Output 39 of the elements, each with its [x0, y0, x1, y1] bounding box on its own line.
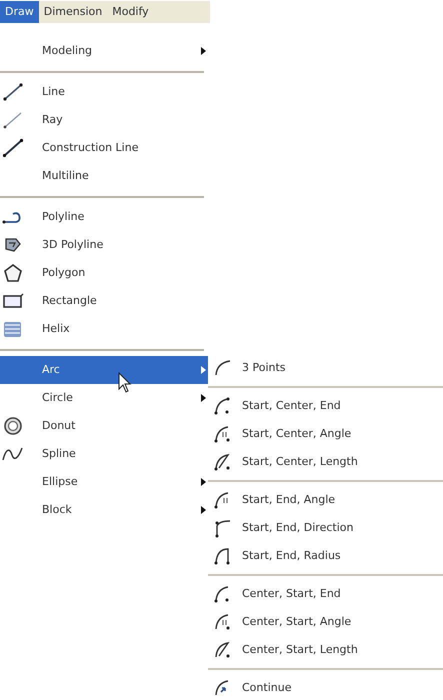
menu-item[interactable]: Modeling	[0, 37, 210, 65]
menu-item[interactable]: Rectangle	[0, 287, 210, 315]
submenu-item[interactable]: Center, Start, Angle	[208, 608, 443, 636]
submenu-item[interactable]: Center, Start, End	[208, 580, 443, 608]
menu-item[interactable]: Spline	[0, 440, 210, 468]
submenu-item[interactable]: Start, Center, Length	[208, 448, 443, 476]
menu-item[interactable]: Line	[0, 78, 210, 106]
menu-item[interactable]: Arc	[0, 356, 210, 384]
submenu-item[interactable]: 3 Points	[208, 354, 443, 382]
menu-item[interactable]: Ellipse	[0, 468, 210, 496]
menu-item[interactable]: Circle	[0, 384, 210, 412]
submenu-item[interactable]: Start, End, Radius	[208, 542, 443, 570]
submenu-item[interactable]: Center, Start, Length	[208, 636, 443, 664]
donut-icon	[2, 416, 24, 436]
arc-icon	[213, 358, 233, 378]
menu-bar-item[interactable]: Dimension	[38, 1, 108, 23]
submenu-item[interactable]: Start, End, Angle	[208, 486, 443, 514]
submenu-item[interactable]: Start, End, Direction	[208, 514, 443, 542]
submenu-item[interactable]: Start, Center, Angle	[208, 420, 443, 448]
submenu-item[interactable]: Continue	[208, 674, 443, 700]
menu-item[interactable]: Helix	[0, 315, 210, 343]
arc-icon	[213, 518, 233, 538]
menu-bar-item[interactable]: Modify	[107, 1, 154, 23]
rectangle-icon	[2, 291, 24, 311]
ray-icon	[2, 110, 24, 130]
polygon-icon	[2, 263, 24, 283]
menu-item[interactable]: Block	[0, 496, 210, 524]
line-icon	[2, 82, 24, 102]
menu-item[interactable]: 3D Polyline	[0, 231, 210, 259]
menu-item[interactable]: Polygon	[0, 259, 210, 287]
menu-item[interactable]: Polyline	[0, 203, 210, 231]
helix-icon	[2, 319, 24, 339]
mouse-cursor-icon	[118, 372, 132, 394]
menu-item[interactable]: Ray	[0, 106, 210, 134]
menu-item[interactable]: Multiline	[0, 162, 210, 190]
menu-bar-item[interactable]: Draw	[0, 1, 39, 23]
menu-item[interactable]: Construction Line	[0, 134, 210, 162]
submenu-item[interactable]: Start, Center, End	[208, 392, 443, 420]
construction-line-icon	[2, 138, 24, 158]
